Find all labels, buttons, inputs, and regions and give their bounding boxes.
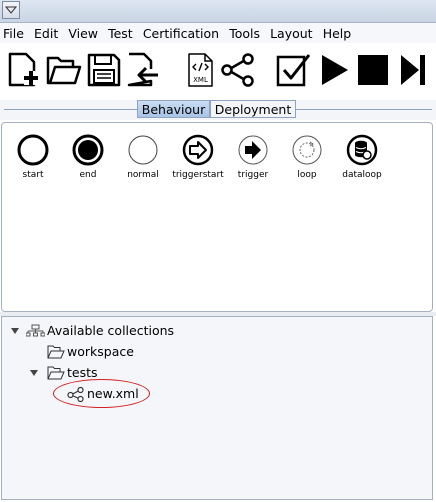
dataloop-node-icon bbox=[346, 134, 378, 166]
toolbar: XML bbox=[0, 44, 436, 99]
expand-arrow-icon[interactable] bbox=[11, 327, 20, 335]
stop-icon bbox=[358, 55, 388, 85]
menu-help[interactable]: Help bbox=[321, 24, 354, 44]
share-button[interactable] bbox=[220, 52, 256, 88]
tab-behaviour[interactable]: Behaviour bbox=[137, 100, 210, 118]
open-button[interactable] bbox=[46, 52, 82, 88]
menu-file[interactable]: File bbox=[1, 24, 26, 44]
palette-label: loop bbox=[297, 170, 317, 180]
tree-node-tests[interactable]: tests bbox=[2, 364, 302, 382]
trigger-node-icon bbox=[238, 135, 268, 165]
menu-edit[interactable]: Edit bbox=[32, 24, 60, 44]
menu-bar: File Edit View Test Certification Tools … bbox=[0, 23, 436, 43]
export-icon bbox=[127, 52, 158, 87]
xml-button[interactable]: XML bbox=[182, 52, 218, 88]
new-file-icon bbox=[8, 52, 38, 87]
palette-item-trigger[interactable]: trigger bbox=[225, 133, 281, 180]
expand-arrow-icon[interactable] bbox=[30, 369, 39, 377]
tree-label-root: Available collections bbox=[47, 323, 175, 338]
share-nodes-icon bbox=[221, 53, 254, 87]
triggerstart-node-icon bbox=[182, 134, 214, 166]
export-button[interactable] bbox=[124, 52, 160, 88]
palette-label: triggerstart bbox=[172, 170, 224, 180]
window-menu-button[interactable] bbox=[2, 1, 20, 19]
folder-open-icon bbox=[47, 366, 65, 380]
normal-node-icon bbox=[128, 135, 158, 165]
folder-icon bbox=[47, 345, 65, 359]
xml-icon: XML bbox=[188, 53, 213, 87]
loop-node-icon bbox=[292, 135, 322, 165]
end-node-icon bbox=[72, 134, 104, 166]
run-button[interactable] bbox=[316, 52, 352, 88]
palette-item-start[interactable]: start bbox=[5, 133, 61, 180]
start-node-icon bbox=[17, 134, 49, 166]
menu-layout[interactable]: Layout bbox=[268, 24, 315, 44]
network-collection-icon bbox=[26, 324, 45, 337]
annotation-ellipse bbox=[53, 379, 150, 408]
tree-node-root[interactable]: Available collections bbox=[2, 322, 302, 340]
title-bar bbox=[0, 0, 436, 23]
open-folder-icon bbox=[46, 56, 82, 85]
palette-label: trigger bbox=[237, 170, 269, 180]
play-icon bbox=[322, 55, 348, 85]
tab-deployment[interactable]: Deployment bbox=[210, 100, 296, 118]
save-icon bbox=[87, 53, 121, 87]
menu-view[interactable]: View bbox=[66, 24, 100, 44]
save-button[interactable] bbox=[86, 52, 122, 88]
menu-test[interactable]: Test bbox=[106, 24, 135, 44]
chevron-down-icon bbox=[5, 6, 17, 14]
view-tabs: Behaviour Deployment bbox=[0, 100, 436, 120]
menu-tools[interactable]: Tools bbox=[227, 24, 262, 44]
validate-button[interactable] bbox=[275, 52, 311, 88]
palette-label: normal bbox=[127, 170, 159, 180]
node-palette: start end normal triggerstart trigger lo… bbox=[1, 122, 433, 312]
tree-node-workspace[interactable]: workspace bbox=[2, 343, 302, 361]
stop-button[interactable] bbox=[355, 52, 391, 88]
palette-item-triggerstart[interactable]: triggerstart bbox=[170, 133, 226, 180]
tree-label-workspace: workspace bbox=[67, 344, 134, 359]
step-button[interactable] bbox=[395, 52, 431, 88]
palette-label: dataloop bbox=[342, 170, 382, 180]
collections-tree: Available collections workspace tests ne… bbox=[1, 316, 433, 500]
new-file-button[interactable] bbox=[6, 52, 42, 88]
palette-item-loop[interactable]: loop bbox=[279, 133, 335, 180]
palette-item-dataloop[interactable]: dataloop bbox=[334, 133, 390, 180]
step-forward-icon bbox=[401, 55, 425, 85]
xml-badge: XML bbox=[193, 76, 208, 84]
palette-label: end bbox=[79, 170, 97, 180]
palette-label: start bbox=[22, 170, 44, 180]
palette-item-end[interactable]: end bbox=[60, 133, 116, 180]
palette-item-normal[interactable]: normal bbox=[115, 133, 171, 180]
tree-node-file[interactable]: new.xml bbox=[2, 385, 302, 403]
menu-certification[interactable]: Certification bbox=[141, 24, 221, 44]
check-icon bbox=[276, 54, 311, 87]
